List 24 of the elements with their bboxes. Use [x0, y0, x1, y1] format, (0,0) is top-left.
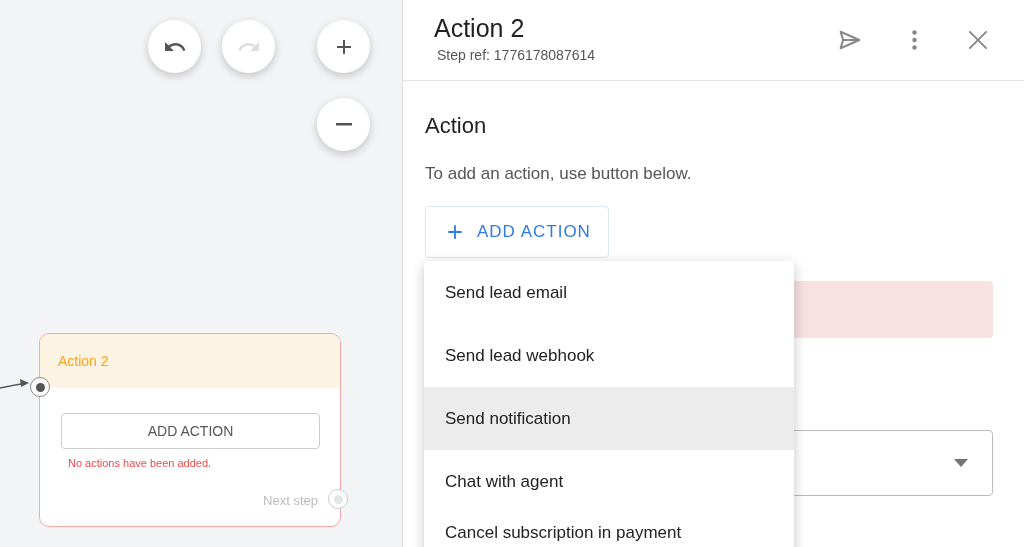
plus-icon [445, 222, 465, 242]
zoom-out-button[interactable] [317, 98, 370, 151]
more-icon [911, 30, 917, 50]
next-step-label: Next step [263, 493, 318, 508]
dropdown-caret-icon [954, 459, 968, 467]
undo-button[interactable] [148, 20, 201, 73]
output-port[interactable] [328, 489, 348, 509]
menu-item[interactable]: Send notification [424, 387, 794, 450]
menu-item[interactable]: Send lead email [424, 261, 794, 324]
step-ref: Step ref: 1776178087614 [436, 46, 597, 63]
panel-title: Action 2 [434, 13, 526, 43]
error-message: No actions have been added. [68, 457, 213, 469]
menu-item[interactable]: Cancel subscription in payment [424, 513, 794, 547]
section-title: Action [425, 113, 487, 139]
menu-item[interactable]: Chat with agent [424, 450, 794, 513]
minus-icon [335, 123, 352, 126]
hint-text: To add an action, use button below. [425, 164, 692, 184]
add-action-button[interactable]: ADD ACTION [425, 206, 609, 258]
zoom-in-button[interactable] [317, 20, 370, 73]
action-node[interactable]: Action 2 ADD ACTION No actions have been added. Next step [39, 333, 341, 527]
menu-item[interactable]: Send lead webhook [424, 324, 794, 387]
input-port[interactable] [30, 377, 50, 397]
node-title: Action 2 [58, 353, 109, 369]
add-action-button[interactable]: ADD ACTION [61, 413, 320, 449]
